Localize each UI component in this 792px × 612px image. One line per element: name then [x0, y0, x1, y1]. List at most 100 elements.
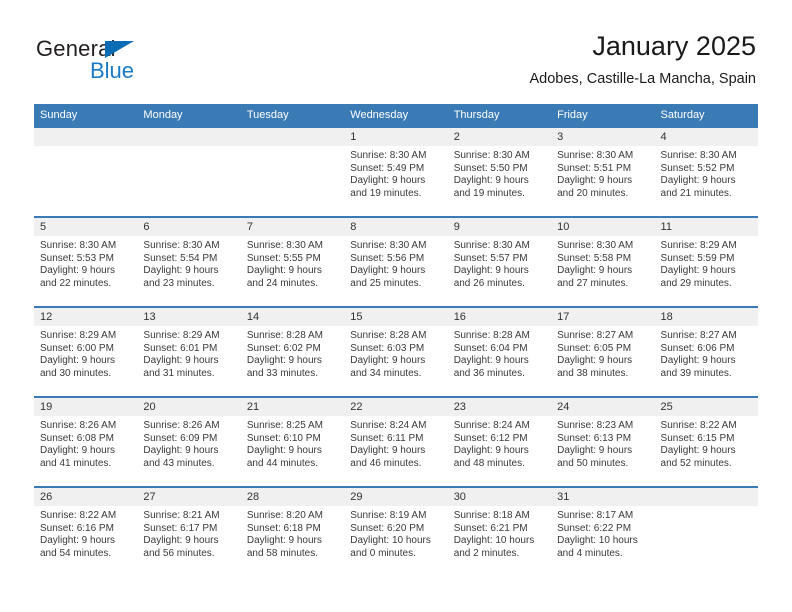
day-detail-text: Sunrise: 8:30 AM Sunset: 5:57 PM Daylight:… — [448, 236, 551, 306]
day-number: 14 — [240, 308, 345, 326]
calendar-day-cell[interactable]: 18 Sunrise: 8:27 AM Sunset: 6:06 PM Dayligh… — [654, 308, 758, 396]
day-detail-line: Daylight: 9 hours — [660, 445, 736, 457]
day-detail-line: and 23 minutes. — [143, 277, 215, 289]
calendar-weeks: 1 Sunrise: 8:30 AM Sunset: 5:49 PM Daylight… — [34, 128, 758, 576]
calendar-day-cell[interactable]: 17 Sunrise: 8:27 AM Sunset: 6:05 PM Dayligh… — [551, 308, 655, 396]
day-detail-line: Sunset: 5:57 PM — [453, 252, 528, 264]
calendar-day-cell[interactable]: 12 Sunrise: 8:29 AM Sunset: 6:00 PM Dayligh… — [34, 308, 138, 396]
calendar-day-cell[interactable]: 8 Sunrise: 8:30 AM Sunset: 5:56 PM Daylight… — [344, 218, 448, 306]
day-detail-line: and 33 minutes. — [246, 367, 319, 379]
day-detail-line: Sunrise: 8:30 AM — [557, 150, 634, 161]
calendar-day-cell[interactable]: 24 Sunrise: 8:23 AM Sunset: 6:13 PM Dayligh… — [551, 398, 655, 486]
calendar-day-cell[interactable]: 23 Sunrise: 8:24 AM Sunset: 6:12 PM Dayligh… — [447, 398, 552, 486]
calendar-day-cell[interactable]: 29 Sunrise: 8:19 AM Sunset: 6:20 PM Dayligh… — [344, 488, 448, 576]
weekday-header-tuesday: Tuesday — [246, 109, 289, 121]
calendar-day-cell[interactable]: 21 Sunrise: 8:25 AM Sunset: 6:10 PM Dayligh… — [240, 398, 345, 486]
day-detail-line: Sunset: 5:49 PM — [350, 162, 425, 174]
day-detail-line: Sunset: 5:54 PM — [143, 252, 218, 264]
day-detail-text: Sunrise: 8:17 AM Sunset: 6:22 PM Daylight:… — [551, 506, 654, 576]
calendar-day-cell[interactable]: 20 Sunrise: 8:26 AM Sunset: 6:09 PM Dayligh… — [137, 398, 241, 486]
day-number: 21 — [240, 398, 345, 416]
day-detail-line: Sunset: 6:16 PM — [40, 522, 114, 534]
day-number: 4 — [654, 128, 758, 146]
calendar-day-cell[interactable]: 19 Sunrise: 8:26 AM Sunset: 6:08 PM Dayligh… — [34, 398, 138, 486]
day-detail-text: Sunrise: 8:30 AM Sunset: 5:54 PM Daylight:… — [137, 236, 240, 306]
calendar-day-cell[interactable]: 26 Sunrise: 8:22 AM Sunset: 6:16 PM Dayligh… — [34, 488, 138, 576]
calendar-day-cell[interactable]: 10 Sunrise: 8:30 AM Sunset: 5:58 PM Dayligh… — [551, 218, 655, 306]
day-detail-line: and 2 minutes. — [453, 547, 520, 559]
calendar-day-cell-empty — [654, 488, 758, 576]
calendar-day-cell[interactable]: 5 Sunrise: 8:30 AM Sunset: 5:53 PM Daylight… — [34, 218, 138, 306]
day-number: 7 — [240, 218, 345, 236]
day-detail-line: and 56 minutes. — [143, 547, 215, 559]
calendar-day-cell[interactable]: 30 Sunrise: 8:18 AM Sunset: 6:21 PM Dayligh… — [447, 488, 552, 576]
calendar-day-cell[interactable]: 3 Sunrise: 8:30 AM Sunset: 5:51 PM Daylight… — [551, 128, 655, 216]
day-detail-line: Sunset: 5:55 PM — [246, 252, 321, 264]
calendar-day-cell[interactable]: 22 Sunrise: 8:24 AM Sunset: 6:11 PM Dayligh… — [344, 398, 448, 486]
day-detail-line: Sunset: 6:10 PM — [246, 432, 321, 444]
day-number: 6 — [137, 218, 241, 236]
day-number: 22 — [344, 398, 448, 416]
day-detail-line: and 58 minutes. — [246, 547, 319, 559]
day-detail-line: Sunrise: 8:28 AM — [350, 330, 427, 341]
day-number: 27 — [137, 488, 241, 506]
day-number: 28 — [240, 488, 345, 506]
day-detail-line: Sunset: 6:04 PM — [453, 342, 528, 354]
day-number: 20 — [137, 398, 241, 416]
day-number — [240, 128, 345, 146]
general-blue-logo[interactable]: General Blue — [36, 36, 236, 88]
day-number: 3 — [551, 128, 655, 146]
day-detail-line: and 19 minutes. — [453, 187, 525, 199]
day-detail-line: Sunset: 5:53 PM — [40, 252, 114, 264]
day-detail-line: Sunrise: 8:30 AM — [453, 240, 530, 251]
day-detail-text: Sunrise: 8:30 AM Sunset: 5:51 PM Daylight:… — [551, 146, 654, 216]
day-detail-text: Sunrise: 8:19 AM Sunset: 6:20 PM Daylight:… — [344, 506, 447, 576]
day-detail-line: Daylight: 9 hours — [557, 445, 633, 457]
day-detail-line: Sunrise: 8:30 AM — [453, 150, 530, 161]
calendar-day-cell[interactable]: 31 Sunrise: 8:17 AM Sunset: 6:22 PM Dayligh… — [551, 488, 655, 576]
day-detail-line: Daylight: 9 hours — [143, 445, 219, 457]
day-detail-line: and 36 minutes. — [453, 367, 525, 379]
day-detail-line: and 41 minutes. — [40, 457, 112, 469]
day-number — [34, 128, 138, 146]
calendar-day-cell[interactable]: 28 Sunrise: 8:20 AM Sunset: 6:18 PM Dayligh… — [240, 488, 345, 576]
day-detail-line: Sunrise: 8:30 AM — [143, 240, 220, 251]
day-detail-line: and 25 minutes. — [350, 277, 422, 289]
day-detail-line: Sunrise: 8:21 AM — [143, 510, 220, 521]
day-detail-line: Sunset: 6:12 PM — [453, 432, 528, 444]
day-detail-text: Sunrise: 8:29 AM Sunset: 6:00 PM Daylight:… — [34, 326, 137, 396]
day-detail-line: and 26 minutes. — [453, 277, 525, 289]
calendar-day-cell[interactable]: 6 Sunrise: 8:30 AM Sunset: 5:54 PM Daylight… — [137, 218, 241, 306]
weekday-header-monday: Monday — [143, 109, 183, 121]
day-detail-line: and 21 minutes. — [660, 187, 732, 199]
calendar-day-cell[interactable]: 16 Sunrise: 8:28 AM Sunset: 6:04 PM Dayligh… — [447, 308, 552, 396]
day-detail-line: Sunset: 6:20 PM — [350, 522, 425, 534]
calendar-week-row: 12 Sunrise: 8:29 AM Sunset: 6:00 PM Dayligh… — [34, 306, 758, 396]
day-detail-text: Sunrise: 8:26 AM Sunset: 6:09 PM Daylight:… — [137, 416, 240, 486]
calendar-day-cell[interactable]: 27 Sunrise: 8:21 AM Sunset: 6:17 PM Dayligh… — [137, 488, 241, 576]
calendar-day-cell[interactable]: 2 Sunrise: 8:30 AM Sunset: 5:50 PM Daylight… — [447, 128, 552, 216]
calendar-day-cell[interactable]: 9 Sunrise: 8:30 AM Sunset: 5:57 PM Daylight… — [447, 218, 552, 306]
day-detail-text: Sunrise: 8:27 AM Sunset: 6:06 PM Daylight:… — [655, 326, 758, 396]
calendar-day-cell[interactable]: 11 Sunrise: 8:29 AM Sunset: 5:59 PM Dayligh… — [654, 218, 758, 306]
day-detail-line: Sunset: 6:15 PM — [660, 432, 735, 444]
day-detail-text: Sunrise: 8:29 AM Sunset: 6:01 PM Daylight:… — [137, 326, 240, 396]
calendar-day-cell[interactable]: 1 Sunrise: 8:30 AM Sunset: 5:49 PM Daylight… — [344, 128, 448, 216]
day-detail-line: Daylight: 9 hours — [246, 535, 322, 547]
day-detail-text: Sunrise: 8:18 AM Sunset: 6:21 PM Daylight:… — [448, 506, 551, 576]
calendar-day-cell[interactable]: 4 Sunrise: 8:30 AM Sunset: 5:52 PM Daylight… — [654, 128, 758, 216]
day-detail-line: Sunset: 5:50 PM — [453, 162, 528, 174]
day-detail-line: Daylight: 9 hours — [557, 175, 633, 187]
calendar-day-cell[interactable]: 13 Sunrise: 8:29 AM Sunset: 6:01 PM Dayligh… — [137, 308, 241, 396]
day-detail-line: Sunrise: 8:18 AM — [453, 510, 530, 521]
calendar-day-cell[interactable]: 7 Sunrise: 8:30 AM Sunset: 5:55 PM Daylight… — [240, 218, 345, 306]
day-number: 30 — [447, 488, 552, 506]
day-detail-line: Sunrise: 8:26 AM — [143, 420, 220, 431]
calendar-day-cell[interactable]: 25 Sunrise: 8:22 AM Sunset: 6:15 PM Dayligh… — [654, 398, 758, 486]
day-detail-text: Sunrise: 8:20 AM Sunset: 6:18 PM Daylight:… — [241, 506, 344, 576]
calendar-day-cell[interactable]: 15 Sunrise: 8:28 AM Sunset: 6:03 PM Dayligh… — [344, 308, 448, 396]
day-detail-line: Daylight: 9 hours — [246, 355, 322, 367]
weekday-header-friday: Friday — [557, 109, 588, 121]
day-detail-line: Sunrise: 8:22 AM — [40, 510, 117, 521]
calendar-day-cell[interactable]: 14 Sunrise: 8:28 AM Sunset: 6:02 PM Dayligh… — [240, 308, 345, 396]
